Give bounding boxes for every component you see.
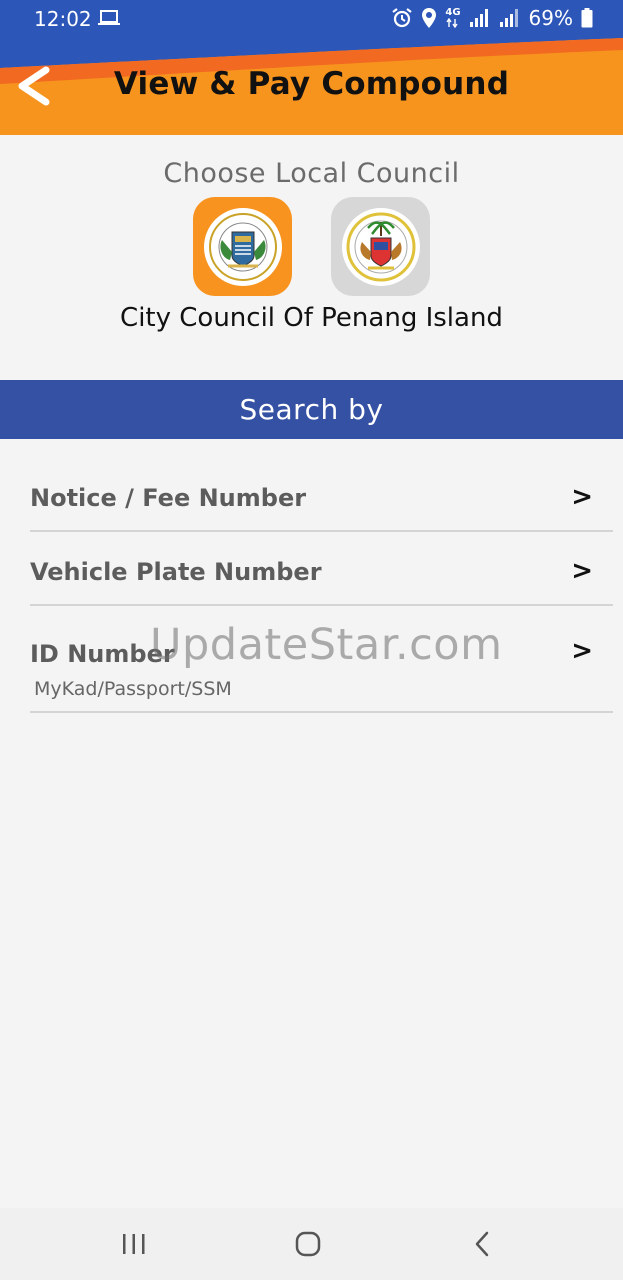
location-icon — [422, 8, 437, 28]
chevron-right-icon: > — [571, 556, 593, 586]
app-header: 12:02 4G 69% View & Pay Compound — [0, 0, 623, 135]
council-logo-seberang-perai[interactable] — [331, 197, 430, 296]
network-type-indicator: 4G — [445, 7, 461, 28]
status-time: 12:02 — [34, 7, 92, 31]
battery-percentage: 69% — [528, 6, 573, 30]
option-notice-fee-number[interactable]: Notice / Fee Number > — [30, 460, 613, 532]
selected-council-name: City Council Of Penang Island — [120, 303, 503, 333]
council-logo-penang-island[interactable] — [193, 197, 292, 296]
back-nav-button[interactable] — [458, 1226, 506, 1262]
battery-icon — [581, 8, 593, 28]
laptop-icon — [98, 10, 120, 25]
option-id-number[interactable]: ID Number MyKad/Passport/SSM > — [30, 606, 613, 713]
recent-apps-icon — [123, 1234, 145, 1254]
back-nav-icon — [475, 1231, 489, 1257]
search-by-header: Search by — [0, 380, 623, 439]
chevron-right-icon: > — [571, 636, 593, 666]
chevron-right-icon: > — [571, 482, 593, 512]
alarm-icon — [392, 8, 413, 28]
signal-icon-2 — [499, 9, 518, 27]
recent-apps-button[interactable] — [110, 1226, 158, 1262]
option-label: Notice / Fee Number — [30, 484, 307, 512]
network-type-label: 4G — [445, 7, 461, 18]
home-icon — [295, 1231, 321, 1257]
signal-icon — [469, 9, 488, 27]
data-arrows-icon — [446, 18, 458, 28]
penang-crest-icon — [203, 207, 282, 286]
seberang-crest-icon — [341, 207, 420, 286]
home-button[interactable] — [284, 1226, 332, 1262]
status-bar: 12:02 4G 69% — [0, 0, 623, 38]
choose-council-label: Choose Local Council — [163, 158, 460, 189]
option-label: Vehicle Plate Number — [30, 558, 322, 586]
system-navigation-bar — [0, 1208, 623, 1280]
option-label: ID Number — [30, 640, 175, 668]
page-title: View & Pay Compound — [113, 66, 510, 102]
option-vehicle-plate-number[interactable]: Vehicle Plate Number > — [30, 532, 613, 606]
council-selector: Choose Local Council City Council Of Pen… — [0, 135, 623, 380]
option-sublabel: MyKad/Passport/SSM — [34, 678, 232, 700]
